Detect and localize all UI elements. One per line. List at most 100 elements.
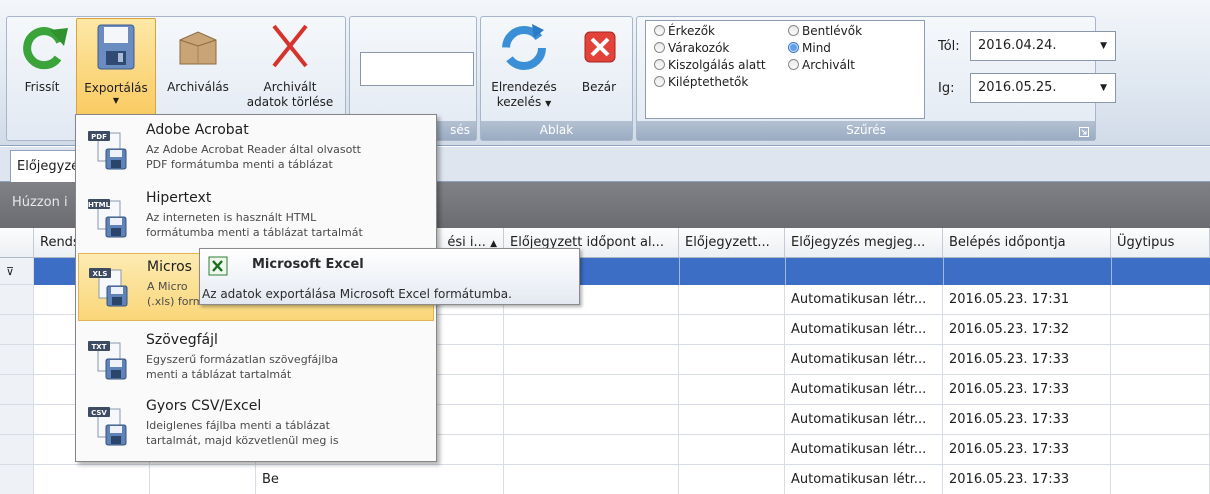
tooltip-description: Az adatok exportálása Microsoft Excel fo… xyxy=(202,287,512,301)
excel-tooltip: Microsoft Excel Az adatok exportálása Mi… xyxy=(199,248,580,305)
dialog-launcher-icon[interactable] xyxy=(1079,127,1089,137)
cell-note: Automatikusan létr... xyxy=(785,405,943,435)
export-label: Exportálás xyxy=(84,81,148,95)
to-label: Ig: xyxy=(938,81,955,96)
export-menu-item-csv[interactable]: CSV Gyors CSV/Excel Ideiglenes fájlba ment… xyxy=(78,393,434,461)
row-indicator[interactable] xyxy=(0,285,34,315)
chevron-down-icon[interactable]: ▼ xyxy=(1100,74,1107,102)
to-date-field[interactable]: 2016.05.25. ▼ xyxy=(970,73,1116,103)
row-indicator[interactable] xyxy=(0,465,34,494)
table-cell xyxy=(679,435,785,465)
table-cell xyxy=(1111,285,1210,315)
cell-note: Automatikusan létr... xyxy=(785,285,943,315)
radio-archived[interactable]: Archivált xyxy=(788,58,855,73)
table-cell xyxy=(1111,405,1210,435)
close-button[interactable]: Bezár xyxy=(572,18,626,122)
archive-button[interactable]: Archiválás xyxy=(160,18,236,122)
cell-note: Automatikusan létr... xyxy=(785,465,943,494)
table-cell xyxy=(1111,465,1210,494)
export-menu-item-html[interactable]: HTML Hipertext Az interneten is használt H… xyxy=(78,185,434,253)
row-indicator[interactable] xyxy=(0,405,34,435)
export-menu-item-text[interactable]: TXT Szövegfájl Egyszerű formázatlan szöveg… xyxy=(78,327,434,395)
menu-item-desc-line2: menti a táblázat tartalmát xyxy=(146,368,292,381)
search-input[interactable] xyxy=(360,52,474,86)
radio-waiting[interactable]: Várakozók xyxy=(654,41,729,56)
menu-item-desc-line2: tartalmát, majd közvetlenül meg is xyxy=(146,434,339,447)
cell-note: Automatikusan létr... xyxy=(785,315,943,345)
menu-item-desc-line2: formátumba menti a táblázat tartalmát xyxy=(146,226,363,239)
tab-appointments[interactable]: Előjegyzés xyxy=(10,150,80,182)
menu-item-desc-line2: PDF formátumba menti a táblázat xyxy=(146,158,333,171)
excel-icon xyxy=(208,256,228,276)
cell-entry-time: 2016.05.23. 17:33 xyxy=(943,405,1111,435)
html-file-icon: HTML xyxy=(88,199,127,238)
layout-label-1: Elrendezés xyxy=(491,80,557,94)
radio-releasable[interactable]: Kiléptethetők xyxy=(654,75,748,90)
from-date-field[interactable]: 2016.04.24. ▼ xyxy=(970,31,1116,61)
row-indicator[interactable] xyxy=(0,315,34,345)
table-cell xyxy=(679,465,785,494)
radio-serving[interactable]: Kiszolgálás alatt xyxy=(654,58,766,73)
layout-manage-button[interactable]: Elrendezés kezelés ▼ xyxy=(488,18,560,122)
radio-all[interactable]: Mind xyxy=(788,41,831,56)
table-cell xyxy=(679,315,785,345)
export-button[interactable]: Exportálás ▼ xyxy=(76,18,156,122)
menu-item-description: Ideiglenes fájlba menti a táblázat tartal… xyxy=(146,418,339,448)
grid-header-appointed[interactable]: Előjegyzett... xyxy=(679,228,785,258)
icon-badge: TXT xyxy=(92,343,107,351)
cell-note: Automatikusan létr... xyxy=(785,435,943,465)
radio-icon xyxy=(788,25,799,36)
refresh-button[interactable]: Frissít xyxy=(16,18,68,122)
table-cell xyxy=(1111,345,1210,375)
filter-row-icon[interactable]: ⊽ xyxy=(0,258,34,285)
radio-icon xyxy=(654,59,665,70)
table-cell xyxy=(1111,315,1210,345)
cell-entry-time: 2016.05.23. 17:32 xyxy=(943,315,1111,345)
table-cell xyxy=(504,375,679,405)
radio-selected-icon xyxy=(788,42,799,53)
icon-badge: XLS xyxy=(93,270,108,278)
excel-file-icon: XLS xyxy=(89,268,128,307)
icon-badge: PDF xyxy=(91,133,107,141)
column-divider xyxy=(943,258,944,285)
menu-item-title: Adobe Acrobat xyxy=(146,122,249,138)
table-cell xyxy=(34,465,150,494)
menu-item-title: Szövegfájl xyxy=(146,332,218,348)
delete-archived-button[interactable]: Archivált adatok törlése xyxy=(240,18,340,122)
dropdown-arrow-icon: ▼ xyxy=(545,99,552,108)
close-label: Bezár xyxy=(581,80,617,94)
dropdown-arrow-icon: ▼ xyxy=(112,96,120,105)
group-by-hint: Húzzon i xyxy=(12,195,68,210)
grid-header-case-type[interactable]: Ügytipus xyxy=(1111,228,1210,258)
filter-options-box: Érkezők Várakozók Kiszolgálás alatt Kilé… xyxy=(645,20,925,119)
table-cell xyxy=(504,435,679,465)
table-cell xyxy=(679,375,785,405)
cell-col3: Be xyxy=(256,465,504,494)
text-file-icon: TXT xyxy=(88,341,127,380)
grid-header-indicator xyxy=(0,228,34,258)
archive-label: Archiválás xyxy=(167,80,229,94)
radio-icon xyxy=(654,42,665,53)
csv-file-icon: CSV xyxy=(88,407,127,446)
cell-entry-time: 2016.05.23. 17:33 xyxy=(943,465,1111,494)
radio-arrivals[interactable]: Érkezők xyxy=(654,24,715,39)
export-menu-item-pdf[interactable]: PDF Adobe Acrobat Az Adobe Acrobat Reader … xyxy=(78,117,434,185)
radio-inside[interactable]: Bentlévők xyxy=(788,24,862,39)
layout-refresh-icon xyxy=(502,24,546,70)
to-date-value: 2016.05.25. xyxy=(978,80,1057,95)
table-cell xyxy=(504,315,679,345)
chevron-down-icon[interactable]: ▼ xyxy=(1100,32,1107,60)
app-window: sés Ablak Szűrés Frissít Exportálás ▼ Ar… xyxy=(0,0,1210,494)
close-icon xyxy=(584,31,616,63)
from-date-value: 2016.04.24. xyxy=(978,38,1057,53)
layout-label-2: kezelés ▼ xyxy=(496,95,552,109)
from-label: Tól: xyxy=(938,39,960,54)
row-indicator[interactable] xyxy=(0,435,34,465)
grid-header-note[interactable]: Előjegyzés megjeg... xyxy=(785,228,943,258)
table-cell xyxy=(1111,375,1210,405)
grid-header-entry-time[interactable]: Belépés időpontja xyxy=(943,228,1111,258)
row-indicator[interactable] xyxy=(0,375,34,405)
row-indicator[interactable] xyxy=(0,345,34,375)
table-cell xyxy=(504,345,679,375)
cell-entry-time: 2016.05.23. 17:33 xyxy=(943,375,1111,405)
